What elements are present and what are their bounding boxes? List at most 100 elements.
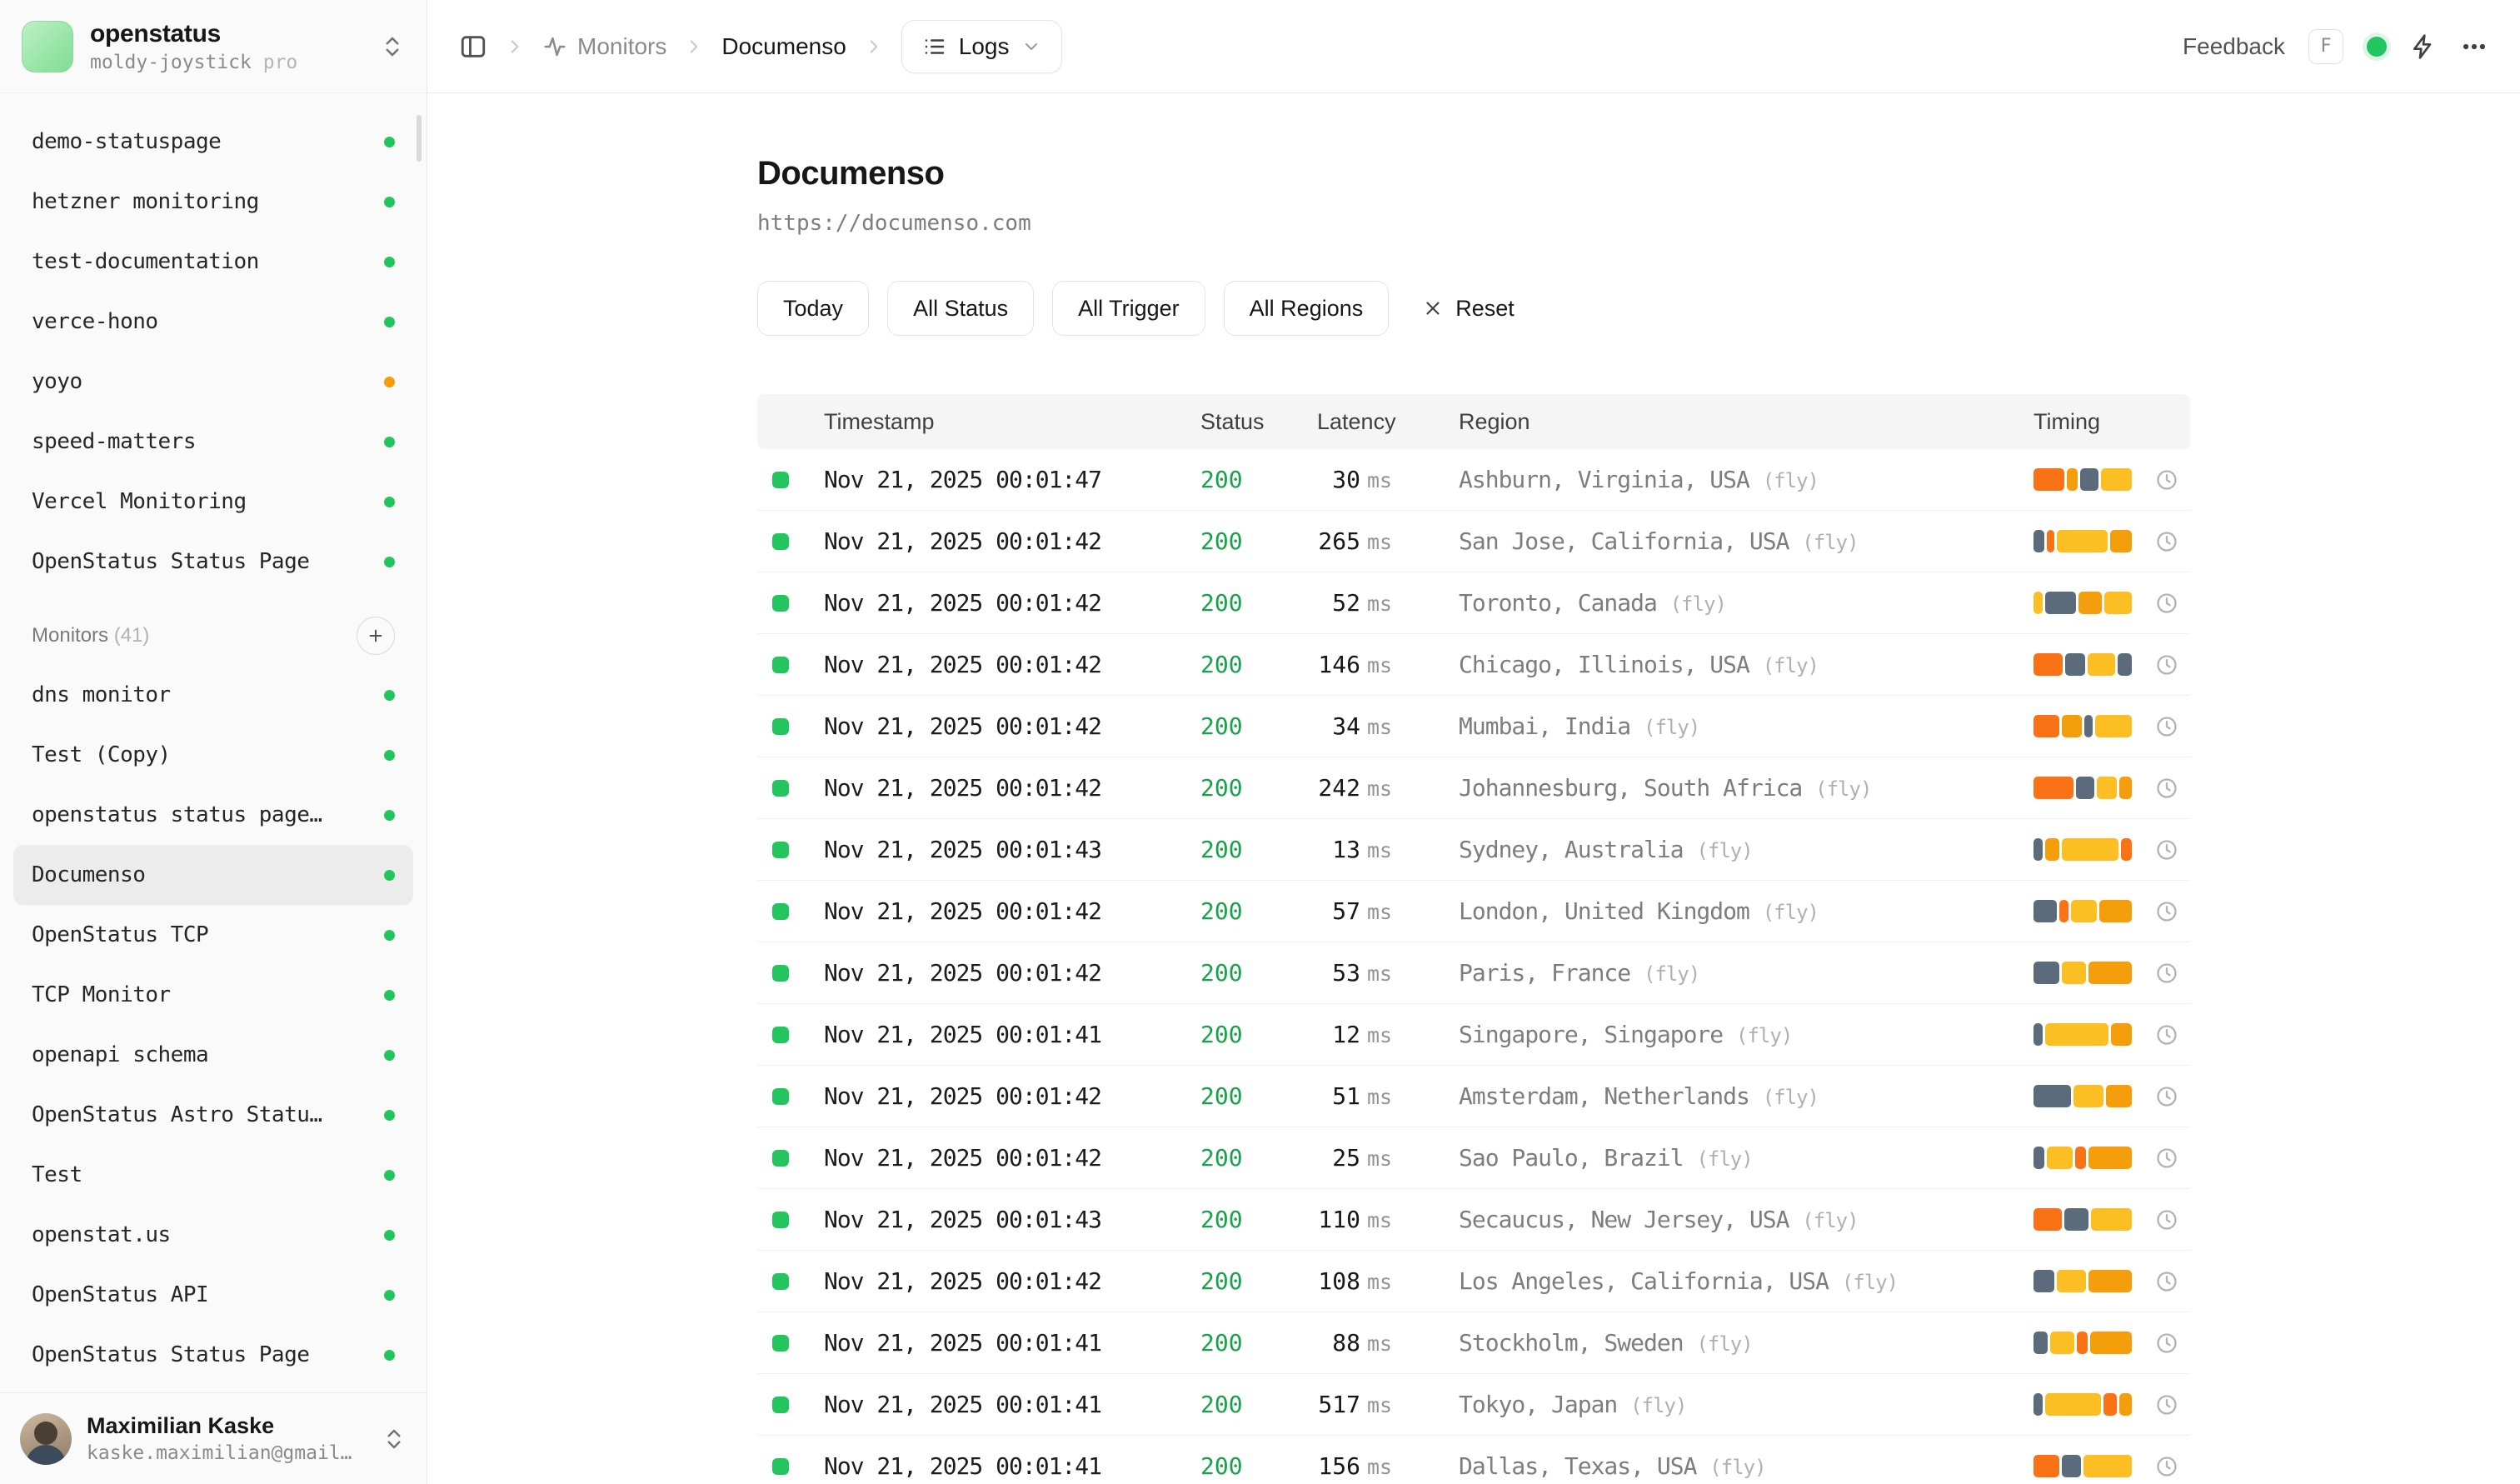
table-row[interactable]: Nov 21, 2025 00:01:42 200 34ms Mumbai, I… [757, 696, 2190, 757]
region-cell: London, United Kingdom (fly) [1439, 897, 2014, 925]
sidebar-item[interactable]: OpenStatus Status Page [13, 532, 413, 592]
sidebar-item-label: openstat.us [32, 1222, 171, 1247]
user-menu[interactable]: Maximilian Kaske kaske.maximilian@gmail… [0, 1392, 427, 1484]
timestamp-cell: Nov 21, 2025 00:01:43 [804, 836, 1180, 863]
sidebar-item[interactable]: Test [13, 1145, 413, 1205]
sidebar-item[interactable]: OpenStatus TCP [13, 905, 413, 965]
table-row[interactable]: Nov 21, 2025 00:01:42 200 25ms Sao Paulo… [757, 1127, 2190, 1189]
timing-segment-amber [2090, 1332, 2132, 1354]
monitors-count: (41) [114, 624, 150, 647]
timing-segment-orange [2077, 1332, 2088, 1354]
table-row[interactable]: Nov 21, 2025 00:01:42 200 108ms Los Ange… [757, 1251, 2190, 1312]
sidebar-item[interactable]: test-documentation [13, 232, 413, 292]
timing-segment-slate [2033, 1393, 2043, 1416]
row-status-indicator [772, 595, 789, 612]
timing-bar [2033, 962, 2132, 984]
table-row[interactable]: Nov 21, 2025 00:01:42 200 51ms Amsterdam… [757, 1066, 2190, 1127]
view-selector-logs[interactable]: Logs [901, 20, 1062, 73]
timing-segment-amber [2078, 592, 2102, 614]
timing-bar [2033, 653, 2132, 676]
filter-regions[interactable]: All Regions [1224, 281, 1390, 336]
sidebar-item[interactable]: Test (Copy) [13, 725, 413, 785]
timing-segment-slate [2118, 653, 2132, 676]
sidebar-scrollbar[interactable] [417, 115, 422, 162]
timing-segment-yellow [2062, 838, 2118, 861]
sidebar-item-label: openstatus status page… [32, 802, 322, 827]
table-row[interactable]: Nov 21, 2025 00:01:42 200 57ms London, U… [757, 881, 2190, 942]
more-options-button[interactable] [2460, 32, 2488, 61]
timing-segment-yellow [2071, 900, 2097, 922]
sidebar-item[interactable]: dns monitor [13, 665, 413, 725]
row-status-indicator [772, 1335, 789, 1352]
add-monitor-button[interactable] [357, 617, 395, 655]
table-row[interactable]: Nov 21, 2025 00:01:42 200 146ms Chicago,… [757, 634, 2190, 696]
row-status-indicator [772, 842, 789, 858]
timing-segment-yellow [2104, 592, 2132, 614]
table-row[interactable]: Nov 21, 2025 00:01:43 200 13ms Sydney, A… [757, 819, 2190, 881]
timing-segment-slate [2033, 1023, 2043, 1046]
table-row[interactable]: Nov 21, 2025 00:01:42 200 265ms San Jose… [757, 511, 2190, 572]
timing-segment-yellow [2091, 1208, 2132, 1231]
sidebar-item[interactable]: OpenStatus Status Page [13, 1325, 413, 1385]
status-code-cell: 200 [1180, 527, 1297, 555]
reset-filters-button[interactable]: Reset [1407, 281, 1529, 336]
sidebar-item[interactable]: openapi schema [13, 1025, 413, 1085]
timing-segment-orange [2033, 1455, 2059, 1477]
status-dot-ok [384, 1110, 395, 1121]
sidebar-item[interactable]: openstat.us [13, 1205, 413, 1265]
row-status-indicator [772, 903, 789, 920]
table-row[interactable]: Nov 21, 2025 00:01:41 200 12ms Singapore… [757, 1004, 2190, 1066]
workspace-switcher[interactable]: openstatus moldy-joystick pro [0, 0, 427, 93]
sidebar-item[interactable]: Vercel Monitoring [13, 472, 413, 532]
table-row[interactable]: Nov 21, 2025 00:01:41 200 156ms Dallas, … [757, 1436, 2190, 1484]
timestamp-cell: Nov 21, 2025 00:01:42 [804, 1082, 1180, 1110]
timing-segment-slate [2033, 530, 2044, 552]
sidebar-toggle-button[interactable] [459, 32, 487, 61]
table-row[interactable]: Nov 21, 2025 00:01:42 200 53ms Paris, Fr… [757, 942, 2190, 1004]
timing-segment-amber [2111, 1023, 2132, 1046]
x-icon [1422, 297, 1444, 319]
timing-segment-slate [2033, 1270, 2054, 1292]
sidebar-item[interactable]: yoyo [13, 352, 413, 412]
sidebar-item-label: OpenStatus TCP [32, 922, 208, 947]
sidebar-item[interactable]: hetzner monitoring [13, 172, 413, 232]
table-body: Nov 21, 2025 00:01:47 200 30ms Ashburn, … [757, 449, 2190, 1484]
timing-segment-slate [2033, 962, 2059, 984]
table-row[interactable]: Nov 21, 2025 00:01:43 200 110ms Secaucus… [757, 1189, 2190, 1251]
monitor-url: https://documenso.com [757, 211, 2190, 236]
feedback-button[interactable]: Feedback [2183, 33, 2285, 60]
region-cell: San Jose, California, USA (fly) [1439, 527, 2014, 555]
table-row[interactable]: Nov 21, 2025 00:01:41 200 517ms Tokyo, J… [757, 1374, 2190, 1436]
table-row[interactable]: Nov 21, 2025 00:01:42 200 242ms Johannes… [757, 757, 2190, 819]
sidebar-item[interactable]: OpenStatus Astro Statu… [13, 1085, 413, 1145]
filter-status[interactable]: All Status [887, 281, 1034, 336]
filter-trigger[interactable]: All Trigger [1052, 281, 1205, 336]
sidebar-item[interactable]: speed-matters [13, 412, 413, 472]
timing-segment-slate [2076, 777, 2094, 799]
clock-icon [2155, 1208, 2178, 1232]
table-row[interactable]: Nov 21, 2025 00:01:47 200 30ms Ashburn, … [757, 449, 2190, 511]
timing-segment-yellow [2047, 1147, 2073, 1169]
status-code-cell: 200 [1180, 836, 1297, 863]
sidebar-item[interactable]: TCP Monitor [13, 965, 413, 1025]
quick-actions-button[interactable] [2410, 33, 2437, 60]
zap-icon [2410, 33, 2437, 60]
sidebar-item[interactable]: demo-statuspage [13, 112, 413, 172]
timing-segment-orange [2075, 1147, 2086, 1169]
filter-date[interactable]: Today [757, 281, 869, 336]
timing-segment-yellow [2073, 1085, 2103, 1107]
monitors-section-header: Monitors (41) [13, 607, 413, 665]
sidebar-item[interactable]: OpenStatus API [13, 1265, 413, 1325]
timing-segment-orange [2033, 653, 2063, 676]
sidebar-item[interactable]: openstatus status page… [13, 785, 413, 845]
breadcrumb-monitor[interactable]: Documenso [721, 33, 846, 60]
sidebar-item[interactable]: Documenso [13, 845, 413, 905]
region-cell: Los Angeles, California, USA (fly) [1439, 1267, 2014, 1295]
table-row[interactable]: Nov 21, 2025 00:01:42 200 52ms Toronto, … [757, 572, 2190, 634]
breadcrumb-monitors[interactable]: Monitors [542, 33, 666, 60]
sidebar-item[interactable]: verce-hono [13, 292, 413, 352]
sidebar-item-label: TCP Monitor [32, 982, 171, 1007]
table-row[interactable]: Nov 21, 2025 00:01:41 200 88ms Stockholm… [757, 1312, 2190, 1374]
timestamp-cell: Nov 21, 2025 00:01:42 [804, 651, 1180, 678]
status-code-cell: 200 [1180, 1021, 1297, 1048]
